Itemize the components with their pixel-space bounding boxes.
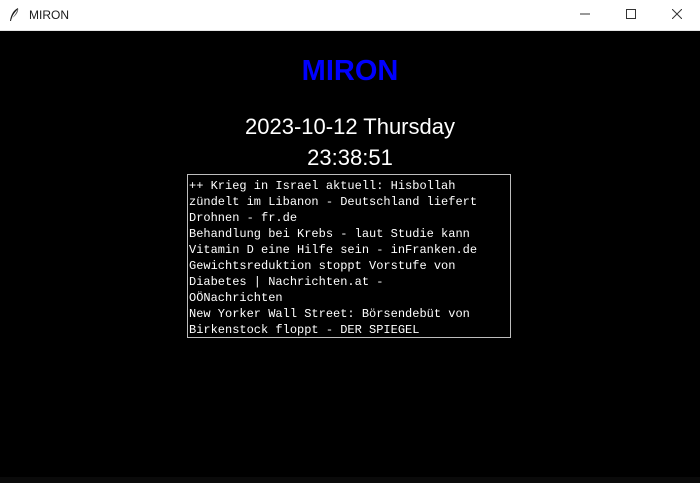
bottom-edge: [0, 477, 700, 483]
close-icon: [671, 6, 683, 24]
news-line: ++ Krieg in Israel aktuell: Hisbollah: [189, 179, 456, 193]
app-window: MIRON MIRON 2023-10-12 Thursday 23:38:51: [0, 0, 700, 483]
feather-icon: [8, 7, 20, 23]
date-label: 2023-10-12 Thursday: [245, 114, 455, 139]
news-line: Behandlung bei Krebs - laut Studie kann: [189, 227, 470, 241]
title-bar[interactable]: MIRON: [0, 0, 700, 31]
news-text-box[interactable]: ++ Krieg in Israel aktuell: Hisbollah zü…: [187, 174, 511, 338]
close-button[interactable]: [654, 0, 700, 30]
news-line: Birkenstock floppt - DER SPIEGEL: [189, 323, 420, 337]
news-line: OÖNachrichten: [189, 291, 283, 305]
minimize-icon: [580, 6, 590, 24]
news-line: Drohnen - fr.de: [189, 211, 298, 225]
maximize-icon: [626, 6, 636, 24]
app-heading: MIRON: [301, 55, 399, 87]
clock-label: 23:38:51: [307, 145, 393, 170]
news-line: Vitamin D eine Hilfe sein - inFranken.de: [189, 243, 478, 257]
news-line: New Yorker Wall Street: Börsendebüt von: [189, 307, 470, 321]
news-line: zündelt im Libanon - Deutschland liefert: [189, 195, 478, 209]
maximize-button[interactable]: [608, 0, 654, 30]
minimize-button[interactable]: [562, 0, 608, 30]
news-line: Gewichtsreduktion stoppt Vorstufe von: [189, 259, 456, 273]
main-content: MIRON 2023-10-12 Thursday 23:38:51 ++ Kr…: [0, 31, 700, 483]
window-title: MIRON: [29, 8, 69, 22]
news-line: Diabetes | Nachrichten.at -: [189, 275, 384, 289]
